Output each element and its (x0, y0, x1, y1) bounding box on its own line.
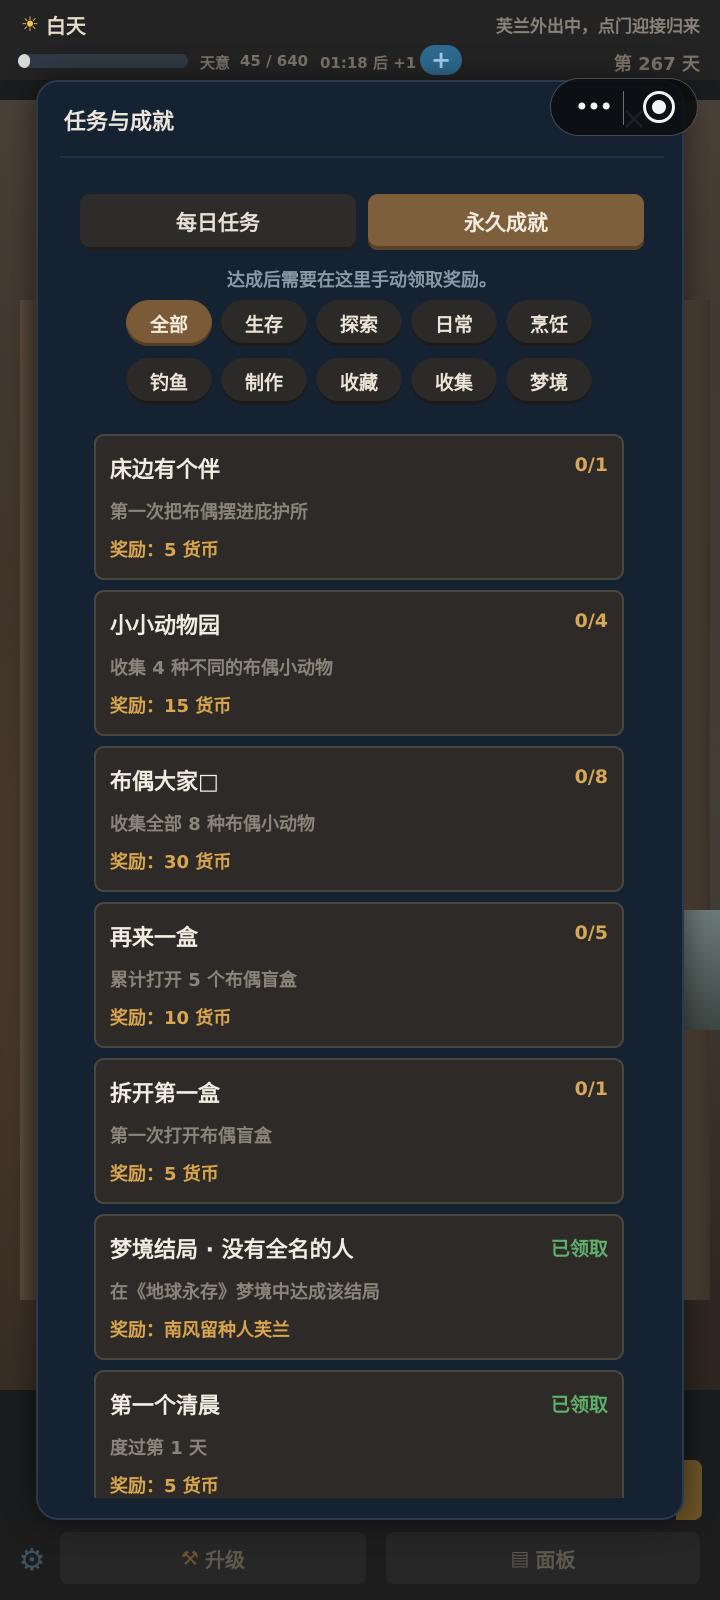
tasks-achievements-modal: 任务与成就 × 每日任务 永久成就 达成后需要在这里手动领取奖励。 全部 生存 … (36, 80, 684, 1520)
achievement-description: 第一次打开布偶盲盒 (110, 1126, 272, 1147)
achievement-description: 收集 4 种不同的布偶小动物 (110, 658, 334, 679)
category-filters: 全部 生存 探索 日常 烹饪 钓鱼 制作 收藏 收集 梦境 (126, 300, 606, 404)
filter-survival[interactable]: 生存 (221, 300, 307, 346)
tianyi-value: 45 / 640 (240, 52, 309, 70)
tab-permanent-achievements[interactable]: 永久成就 (368, 194, 644, 250)
filter-collection[interactable]: 收藏 (316, 358, 402, 404)
event-notice[interactable]: 芙兰外出中，点门迎接归来 (496, 12, 700, 37)
achievement-claimed-status: 已领取 (550, 1238, 608, 1260)
day-counter: 第 267 天 (613, 54, 700, 75)
achievement-title: 拆开第一盒 (110, 1082, 221, 1107)
achievement-description: 度过第 1 天 (110, 1438, 208, 1459)
achievement-description: 收集全部 8 种布偶小动物 (110, 814, 316, 835)
upgrade-label: 升级 (204, 1547, 245, 1572)
achievement-title: 第一个清晨 (110, 1394, 221, 1419)
tab-daily-tasks[interactable]: 每日任务 (80, 194, 356, 250)
achievement-reward: 奖励：5 货币 (110, 540, 219, 561)
filter-daily[interactable]: 日常 (411, 300, 497, 346)
filter-dream[interactable]: 梦境 (506, 358, 592, 404)
filter-cooking[interactable]: 烹饪 (506, 300, 592, 346)
achievement-card[interactable]: 拆开第一盒 0/1 第一次打开布偶盲盒 奖励：5 货币 (94, 1058, 624, 1204)
achievement-reward: 奖励：5 货币 (110, 1164, 219, 1185)
day-phase-label: 白天 (46, 14, 86, 38)
filter-explore[interactable]: 探索 (316, 300, 402, 346)
wooden-beam (680, 300, 710, 1300)
achievement-reward: 奖励：30 货币 (110, 852, 232, 873)
achievement-title: 再来一盒 (110, 926, 199, 951)
achievement-title: 梦境结局 · 没有全名的人 (110, 1238, 354, 1263)
achievement-description: 第一次把布偶摆进庇护所 (110, 502, 308, 523)
achievement-description: 在《地球永存》梦境中达成该结局 (110, 1282, 380, 1303)
achievement-card[interactable]: 布偶大家□ 0/8 收集全部 8 种布偶小动物 奖励：30 货币 (94, 746, 624, 892)
filter-gathering[interactable]: 收集 (411, 358, 497, 404)
claim-hint: 达成后需要在这里手动领取奖励。 (227, 270, 497, 291)
achievement-progress: 0/1 (574, 454, 608, 476)
miniprogram-capsule: ••• (550, 78, 698, 136)
sun-icon: ☀ (21, 12, 39, 36)
achievement-progress: 0/8 (574, 766, 608, 788)
filter-crafting[interactable]: 制作 (221, 358, 307, 404)
gear-icon[interactable]: ⚙ (16, 1545, 48, 1577)
capsule-divider (623, 91, 624, 125)
achievement-reward: 奖励：南风留种人芙兰 (110, 1320, 290, 1341)
filter-fishing[interactable]: 钓鱼 (126, 358, 212, 404)
achievement-reward: 奖励：15 货币 (110, 696, 232, 717)
achievement-list[interactable]: 床边有个伴 0/1 第一次把布偶摆进庇护所 奖励：5 货币 小小动物园 0/4 … (94, 434, 628, 1498)
tianyi-progress-bar (18, 54, 188, 68)
regen-timer: 01:18 后 +1 (320, 54, 417, 72)
tianyi-progress-fill (18, 54, 30, 68)
achievement-progress: 0/4 (574, 610, 608, 632)
achievement-card[interactable]: 床边有个伴 0/1 第一次把布偶摆进庇护所 奖励：5 货币 (94, 434, 624, 580)
title-divider (60, 156, 664, 158)
achievement-card[interactable]: 梦境结局 · 没有全名的人 已领取 在《地球永存》梦境中达成该结局 奖励：南风留… (94, 1214, 624, 1360)
modal-title: 任务与成就 (64, 110, 175, 135)
achievement-reward: 奖励：10 货币 (110, 1008, 232, 1029)
clipboard-icon: ▤ (510, 1546, 530, 1570)
status-bar: ☀ 白天 芙兰外出中，点门迎接归来 天意 45 / 640 01:18 后 +1… (0, 0, 720, 80)
achievement-reward: 奖励：5 货币 (110, 1476, 219, 1497)
achievement-card[interactable]: 再来一盒 0/5 累计打开 5 个布偶盲盒 奖励：10 货币 (94, 902, 624, 1048)
achievement-progress: 0/1 (574, 1078, 608, 1100)
achievement-progress: 0/5 (574, 922, 608, 944)
achievement-description: 累计打开 5 个布偶盲盒 (110, 970, 298, 991)
panel-button[interactable]: ▤ 面板 (386, 1532, 700, 1584)
achievement-card[interactable]: 小小动物园 0/4 收集 4 种不同的布偶小动物 奖励：15 货币 (94, 590, 624, 736)
upgrade-button[interactable]: ⚒ 升级 (60, 1532, 366, 1584)
achievement-title: 小小动物园 (110, 614, 221, 639)
more-options-icon[interactable]: ••• (569, 93, 617, 121)
achievement-card[interactable]: 第一个清晨 已领取 度过第 1 天 奖励：5 货币 (94, 1370, 624, 1498)
hammer-wrench-icon: ⚒ (181, 1546, 199, 1570)
filter-all[interactable]: 全部 (126, 300, 212, 346)
exit-miniprogram-icon[interactable] (643, 91, 675, 123)
achievement-title: 布偶大家□ (110, 770, 219, 795)
achievement-title: 床边有个伴 (110, 458, 221, 483)
achievement-claimed-status: 已领取 (550, 1394, 608, 1416)
add-tianyi-button[interactable]: + (420, 45, 462, 75)
tianyi-label: 天意 (200, 54, 231, 72)
panel-label: 面板 (535, 1547, 576, 1572)
